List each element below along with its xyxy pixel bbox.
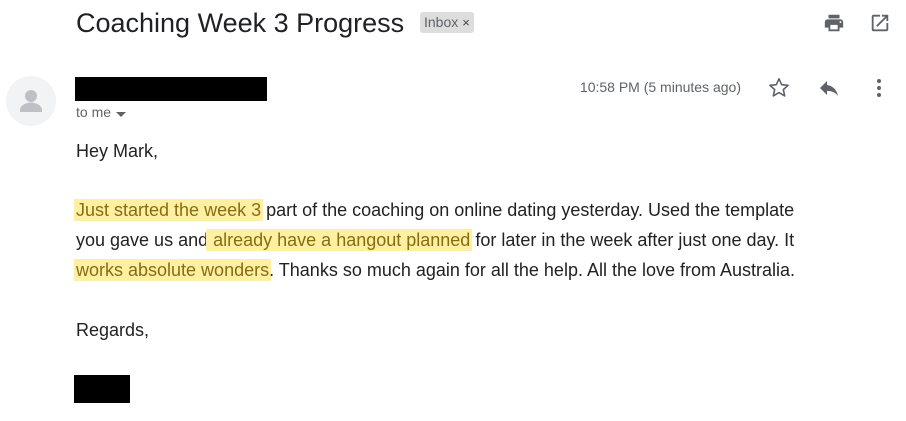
closing: Regards, — [76, 320, 150, 340]
recipient-details-toggle[interactable]: to me — [76, 103, 127, 122]
print-icon[interactable] — [823, 12, 845, 34]
inbox-label-text: Inbox — [424, 14, 459, 30]
reply-icon[interactable] — [817, 76, 841, 100]
star-icon[interactable] — [767, 76, 791, 100]
inbox-label-chip[interactable]: Inbox × — [420, 12, 474, 33]
greeting: Hey Mark, — [76, 141, 159, 161]
message-timestamp: 10:58 PM (5 minutes ago) — [579, 79, 741, 95]
more-vertical-icon[interactable] — [867, 76, 891, 100]
highlight-week-3: Just started the week 3 — [74, 199, 264, 221]
body-line-1: Just started the week 3 part of the coac… — [74, 195, 795, 225]
sender-avatar — [6, 76, 56, 126]
email-subject: Coaching Week 3 Progress — [76, 8, 405, 38]
signature-redacted — [74, 375, 130, 403]
body-line-3: works absolute wonders. Thanks so much a… — [74, 255, 796, 285]
body-line-2: you gave us and already have a hangout p… — [76, 225, 794, 255]
recipient-text: to me — [76, 104, 112, 120]
sender-name-redacted — [75, 77, 267, 101]
body-text-segment: . Thanks so much again for all the help.… — [269, 260, 796, 280]
person-avatar-icon — [20, 90, 42, 112]
caret-down-icon — [116, 104, 127, 122]
highlight-works-wonders: works absolute wonders — [74, 259, 272, 281]
body-text-segment: part of the coaching on online dating ye… — [261, 200, 795, 220]
open-in-new-window-icon[interactable] — [869, 12, 891, 34]
highlight-hangout-planned: already have a hangout planned — [206, 229, 473, 251]
body-text-segment: for later in the week after just one day… — [470, 230, 795, 250]
remove-label-icon[interactable]: × — [462, 15, 470, 30]
body-text-segment: you gave us and — [76, 230, 209, 250]
